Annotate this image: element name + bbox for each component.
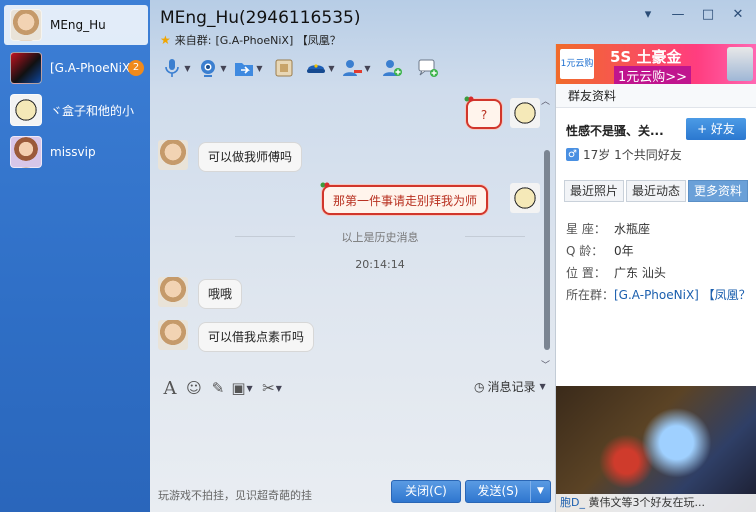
chat-subtitle: ★ 来自群: [G.A-PhoeNiX] 【凤凰？ <box>160 32 341 48</box>
tab-more-info[interactable]: 更多资料 <box>688 180 749 202</box>
app-box-icon[interactable] <box>266 55 302 81</box>
message-bubble: 可以借我点素币吗 <box>198 322 315 352</box>
message-timestamp: 20:14:14 <box>355 258 405 271</box>
from-group-link[interactable]: [G.A-PhoeNiX] 【凤凰？ <box>215 32 340 48</box>
police-hat-icon[interactable]: ▼ <box>302 55 338 81</box>
info-group: 所在群：[G.A-PhoeNiX] 【凤凰？ <box>566 288 751 302</box>
contact-name: MEng_Hu <box>50 18 106 32</box>
avatar <box>10 52 42 84</box>
profile-nickname: 性感不是骚、关... <box>566 124 664 138</box>
image-icon[interactable]: ▣ ▼ <box>230 377 254 399</box>
history-label: 消息记录 <box>487 380 536 394</box>
message-history-button[interactable]: ◷ 消息记录 ▼ <box>474 378 546 395</box>
holly-icon <box>320 182 330 188</box>
clock-icon: ◷ <box>474 379 485 394</box>
ad-logo: 1元云购 <box>560 49 594 79</box>
scroll-up-icon[interactable]: ︿ <box>541 94 550 107</box>
phone-icon <box>727 47 753 81</box>
avatar <box>510 98 540 128</box>
skin-icon[interactable]: ▾ <box>638 6 658 24</box>
profile-age-line: ♂ 17岁 1个共同好友 <box>566 146 682 163</box>
scissors-icon[interactable]: ✂ ▼ <box>260 377 284 399</box>
add-user-icon[interactable] <box>374 55 410 81</box>
contact-item-phoenix-group[interactable]: [G.A-PhoeNiX 2 <box>4 48 148 88</box>
holly-icon <box>464 96 474 102</box>
chat-window: MEng_Hu(2946116535) ★ 来自群: [G.A-PhoeNiX]… <box>150 0 756 512</box>
contact-name: [G.A-PhoeNiX <box>50 61 131 75</box>
close-window-button[interactable]: ✕ <box>728 6 748 24</box>
unread-badge: 2 <box>128 60 144 76</box>
star-icon: ★ <box>160 33 171 47</box>
remove-user-icon[interactable]: ▼ <box>338 55 374 81</box>
emoji-icon[interactable]: ☺ <box>182 377 206 399</box>
scrollbar[interactable] <box>544 150 550 350</box>
ad-subline: 1元云购>> <box>614 66 692 84</box>
chat-title: MEng_Hu(2946116535) <box>160 8 361 28</box>
message-bubble: ? <box>466 99 502 129</box>
video-camera-icon[interactable]: ▼ <box>194 55 230 81</box>
game-caption: 胞D_ 黄伟文等3个好友在玩... <box>556 494 756 512</box>
chat-toolbar: ▼ ▼ ▼ ▼ ▼ <box>158 54 446 82</box>
contact-item-missvip[interactable]: missvip <box>4 132 148 172</box>
chevron-down-icon[interactable]: ▼ <box>530 481 550 502</box>
message-bubble: 哦哦 <box>198 279 243 309</box>
game-ad-image[interactable]: 胞D_ 黄伟文等3个好友在玩... <box>556 386 756 512</box>
edit-icon[interactable]: ✎ <box>206 377 230 399</box>
message-list[interactable]: ? 可以做我师傅吗 那第一件事请走别拜我为师 以上是历史消息 20:14:14 … <box>150 90 554 372</box>
history-divider: 以上是历史消息 <box>230 229 530 245</box>
microphone-icon[interactable]: ▼ <box>158 55 194 81</box>
male-icon: ♂ <box>566 148 579 161</box>
chat-add-icon[interactable] <box>410 55 446 81</box>
avatar <box>10 136 42 168</box>
contact-name: ヾ盒子和他的小 <box>50 103 135 118</box>
from-label: 来自群: <box>174 34 212 47</box>
message-bubble: 那第一件事请走别拜我为师 <box>322 185 489 215</box>
profile-header: 群友资料 <box>556 84 756 108</box>
avatar <box>10 94 42 126</box>
send-button[interactable]: 发送(S) ▼ <box>465 480 551 503</box>
ad-headline: 5S 土豪金 <box>610 48 682 66</box>
avatar <box>158 320 188 350</box>
send-label: 发送(S) <box>477 484 519 498</box>
ad-banner[interactable]: 1元云购 5S 土豪金 1元云购>> <box>556 44 756 84</box>
info-location: 位 置： 广东 汕头 <box>566 266 666 280</box>
info-zodiac: 星 座： 水瓶座 <box>566 222 651 236</box>
contact-item-box[interactable]: ヾ盒子和他的小 <box>4 90 148 130</box>
contact-list: MEng_Hu [G.A-PhoeNiX 2 ヾ盒子和他的小 missvip <box>0 0 150 512</box>
tab-recent-activity[interactable]: 最近动态 <box>626 180 687 202</box>
profile-tabs: 最近照片 最近动态 更多资料 <box>564 180 750 202</box>
chevron-down-icon: ▼ <box>539 382 546 391</box>
scroll-down-icon[interactable]: ﹀ <box>541 358 550 371</box>
profile-panel: 1元云购 5S 土豪金 1元云购>> 群友资料 性感不是骚、关... + 好友 … <box>555 44 756 512</box>
age-text: 17岁 1个共同好友 <box>583 148 682 162</box>
maximize-button[interactable]: □ <box>698 6 718 24</box>
contact-name: missvip <box>50 145 96 159</box>
message-input[interactable] <box>150 404 554 474</box>
window-controls: ▾ — □ ✕ <box>638 6 748 24</box>
tab-recent-photos[interactable]: 最近照片 <box>564 180 625 202</box>
avatar <box>510 183 540 213</box>
file-transfer-icon[interactable]: ▼ <box>230 55 266 81</box>
font-icon[interactable]: A <box>158 377 182 399</box>
avatar <box>158 277 188 307</box>
contact-item-meng-hu[interactable]: MEng_Hu <box>4 5 148 45</box>
message-bubble: 可以做我师傅吗 <box>198 142 303 172</box>
avatar <box>10 9 42 41</box>
close-button[interactable]: 关闭(C) <box>391 480 461 503</box>
minimize-button[interactable]: — <box>668 6 688 24</box>
ad-hint-text[interactable]: 玩游戏不拍挂，见识超奇葩的挂 <box>158 487 312 503</box>
info-q-age: Q 龄： 0年 <box>566 244 634 258</box>
add-friend-button[interactable]: + 好友 <box>686 118 746 140</box>
avatar <box>158 140 188 170</box>
